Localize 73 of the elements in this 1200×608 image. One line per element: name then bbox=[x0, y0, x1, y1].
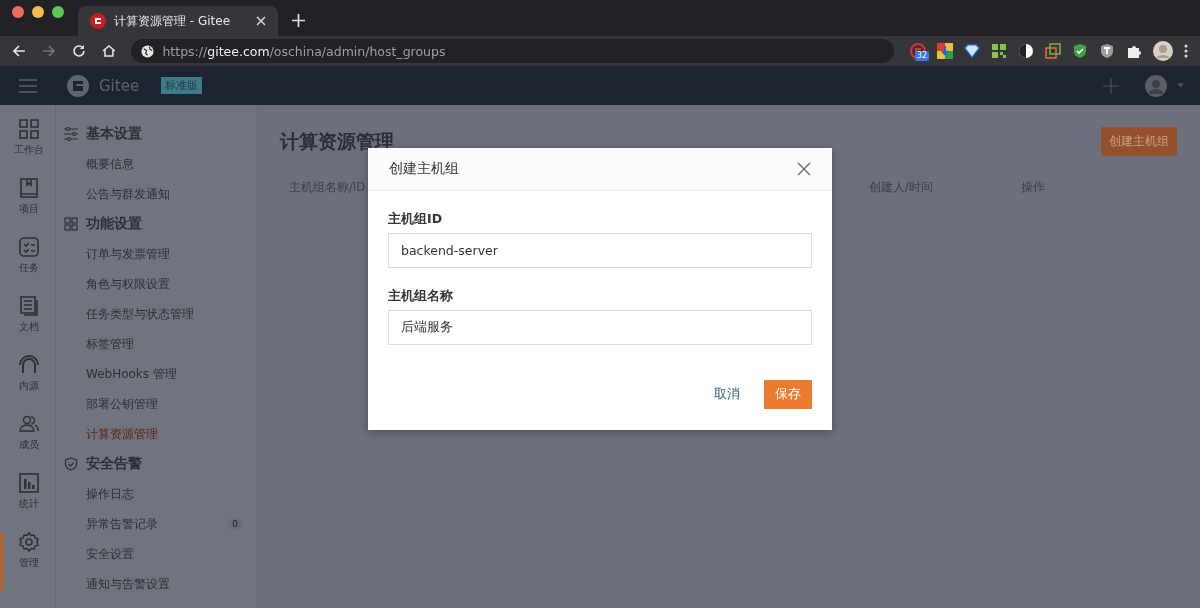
section-title: 基本设置 bbox=[86, 125, 142, 143]
extension-badge: 32 bbox=[915, 51, 930, 61]
maximize-window-button[interactable] bbox=[52, 6, 64, 18]
menu-item[interactable]: 通知与告警设置 bbox=[64, 569, 257, 599]
address-bar[interactable]: https://gitee.com/oschina/admin/host_groups bbox=[131, 39, 894, 63]
nav-rail-item[interactable]: 任务 bbox=[0, 237, 55, 296]
save-button[interactable]: 保存 bbox=[764, 380, 812, 409]
input-field[interactable]: backend-server bbox=[388, 233, 812, 268]
close-icon[interactable] bbox=[797, 162, 811, 176]
url-text: https://gitee.com/oschina/admin/host_groups bbox=[162, 43, 446, 59]
browser-tab[interactable]: 计算资源管理 - Gitee bbox=[78, 6, 278, 36]
menu-item[interactable]: 计算资源管理 bbox=[64, 419, 257, 449]
contrast-icon[interactable] bbox=[1018, 43, 1034, 59]
menu-item[interactable]: 公告与群发通知 bbox=[64, 179, 257, 209]
input-field[interactable]: 后端服务 bbox=[388, 310, 812, 345]
grid-icon bbox=[19, 119, 39, 139]
favicon-icon bbox=[90, 13, 106, 29]
new-tab-icon[interactable] bbox=[292, 14, 305, 27]
grid-icon bbox=[64, 217, 78, 231]
bar-chart-icon bbox=[19, 473, 39, 493]
dialog-title: 创建主机组 bbox=[389, 160, 459, 178]
minimize-window-button[interactable] bbox=[32, 6, 44, 18]
profile-avatar-icon[interactable] bbox=[1153, 41, 1173, 61]
squares-icon[interactable] bbox=[1045, 43, 1061, 59]
cancel-button[interactable]: 取消 bbox=[712, 380, 742, 409]
menu-item[interactable]: WebHooks 管理 bbox=[64, 359, 257, 389]
download-icon[interactable] bbox=[937, 43, 953, 59]
menu-item[interactable]: 角色与权限设置 bbox=[64, 269, 257, 299]
menu-item[interactable]: 操作日志 bbox=[64, 479, 257, 509]
edition-tag: 标准版 bbox=[161, 77, 203, 94]
nav-rail-item[interactable]: 项目 bbox=[0, 178, 55, 237]
sliders-icon bbox=[64, 127, 78, 141]
nav-rail-item[interactable]: 文档 bbox=[0, 296, 55, 355]
menu-item[interactable]: 异常告警记录 0 bbox=[64, 509, 257, 539]
nav-rail-item[interactable]: 工作台 bbox=[0, 119, 55, 178]
menu-item[interactable]: 概要信息 bbox=[64, 149, 257, 179]
menu-item[interactable]: 安全设置 bbox=[64, 539, 257, 569]
section-title: 安全告警 bbox=[86, 455, 142, 473]
home-icon[interactable] bbox=[101, 44, 116, 58]
field-label: 主机组ID bbox=[388, 211, 444, 228]
menu-item[interactable]: 标签管理 bbox=[64, 329, 257, 359]
create-host-group-button[interactable]: 创建主机组 bbox=[1101, 127, 1177, 156]
back-arrow-icon[interactable] bbox=[12, 44, 26, 58]
user-avatar-icon[interactable] bbox=[1145, 74, 1167, 97]
tab-title: 计算资源管理 - Gitee bbox=[114, 12, 232, 30]
section-title: 功能设置 bbox=[86, 215, 142, 233]
close-window-button[interactable] bbox=[12, 6, 24, 18]
logo-icon bbox=[67, 74, 89, 97]
count-badge: 0 bbox=[227, 518, 243, 530]
nav-rail-item[interactable]: 成员 bbox=[0, 414, 55, 473]
brand-name: Gitee bbox=[99, 76, 140, 95]
globe-icon bbox=[141, 44, 155, 58]
menu-item[interactable]: 部署公钥管理 bbox=[64, 389, 257, 419]
puzzle-icon[interactable] bbox=[1126, 43, 1142, 59]
diamond-icon[interactable] bbox=[964, 43, 980, 59]
people-icon bbox=[19, 414, 39, 434]
reload-icon[interactable] bbox=[71, 44, 86, 58]
shield-icon[interactable] bbox=[1099, 43, 1115, 59]
field-label: 主机组名称 bbox=[388, 288, 454, 305]
settings-icon bbox=[19, 532, 39, 552]
menu-item[interactable]: 任务类型与状态管理 bbox=[64, 299, 257, 329]
checklist-icon bbox=[19, 237, 39, 257]
book-icon bbox=[19, 178, 39, 198]
nav-rail-item[interactable]: 内源 bbox=[0, 355, 55, 414]
qr-code-icon[interactable] bbox=[991, 43, 1007, 59]
nav-rail-item[interactable]: 统计 bbox=[0, 473, 55, 532]
forward-arrow-icon[interactable] bbox=[41, 44, 56, 58]
menu-item[interactable]: 订单与发票管理 bbox=[64, 239, 257, 269]
shield-icon bbox=[64, 457, 78, 471]
document-icon bbox=[19, 296, 39, 316]
arch-icon bbox=[19, 355, 39, 375]
shield-check-icon[interactable] bbox=[1072, 43, 1088, 59]
more-menu-icon[interactable] bbox=[1184, 44, 1188, 58]
